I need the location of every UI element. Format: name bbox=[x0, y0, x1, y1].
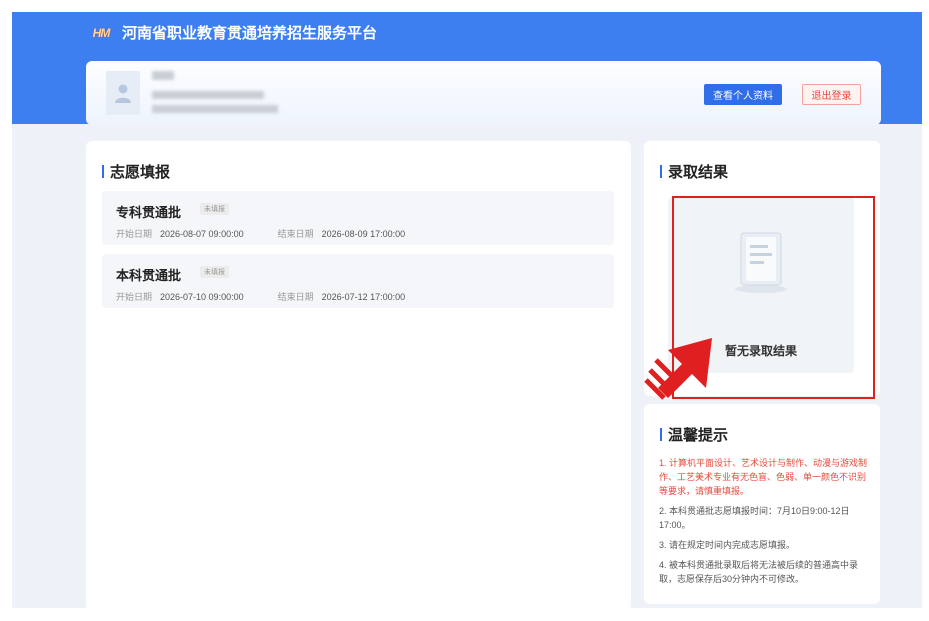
section-title: 录取结果 bbox=[660, 161, 728, 182]
section-title: 温馨提示 bbox=[660, 424, 728, 445]
redacted-info bbox=[152, 91, 264, 99]
platform-title: 河南省职业教育贯通培养招生服务平台 bbox=[122, 25, 378, 42]
title-accent-bar bbox=[660, 165, 662, 178]
brand: HM 河南省职业教育贯通培养招生服务平台 bbox=[86, 22, 377, 43]
redacted-name bbox=[152, 71, 174, 80]
logout-button[interactable]: 退出登录 bbox=[802, 84, 861, 105]
tips-list: 1. 计算机平面设计、艺术设计与制作、动漫与游戏制作、工艺美术专业有无色盲、色弱… bbox=[659, 456, 869, 592]
tips-title: 温馨提示 bbox=[668, 427, 729, 444]
end-label: 结束日期 bbox=[277, 292, 314, 302]
view-profile-button[interactable]: 查看个人资料 bbox=[704, 84, 782, 105]
tip-item: 4. 被本科贯通批录取后将无法被后续的普通高中录取，志愿保存后30分钟内不可修改… bbox=[659, 560, 859, 584]
start-label: 开始日期 bbox=[116, 229, 153, 239]
tips-card: 温馨提示 1. 计算机平面设计、艺术设计与制作、动漫与游戏制作、工艺美术专业有无… bbox=[644, 404, 880, 604]
tip-item: 1. 计算机平面设计、艺术设计与制作、动漫与游戏制作、工艺美术专业有无色盲、色弱… bbox=[659, 458, 868, 496]
end-date: 2026-07-12 17:00:00 bbox=[321, 292, 406, 302]
tip-item: 2. 本科贯通批志愿填报时间：7月10日9:00-12日17:00。 bbox=[659, 506, 850, 530]
end-label: 结束日期 bbox=[277, 229, 314, 239]
user-icon bbox=[115, 84, 131, 103]
volunteer-card: 志愿填报 专科贯通批 未填报 开始日期 2026-08-07 09:00:00 结束… bbox=[86, 141, 631, 611]
start-date: 2026-07-10 09:00:00 bbox=[160, 292, 244, 302]
volunteer-title: 志愿填报 bbox=[110, 164, 171, 181]
batch-name: 本科贯通批 bbox=[116, 268, 182, 283]
end-date: 2026-08-09 17:00:00 bbox=[321, 229, 406, 239]
batch-dates: 开始日期 2026-07-10 09:00:00 结束日期 2026-07-12 17… bbox=[116, 290, 405, 303]
batch-item[interactable]: 专科贯通批 未填报 开始日期 2026-08-07 09:00:00 结束日期 202… bbox=[102, 191, 614, 245]
start-label: 开始日期 bbox=[116, 292, 153, 302]
status-badge: 未填报 bbox=[200, 203, 229, 215]
start-date: 2026-08-07 09:00:00 bbox=[160, 229, 244, 239]
platform-logo-icon: HM bbox=[92, 25, 111, 40]
batch-item[interactable]: 本科贯通批 未填报 开始日期 2026-07-10 09:00:00 结束日期 202… bbox=[102, 254, 614, 308]
section-title: 志愿填报 bbox=[102, 161, 170, 182]
profile-card: 查看个人资料 退出登录 bbox=[86, 61, 881, 125]
batch-name: 专科贯通批 bbox=[116, 205, 182, 220]
redacted-info bbox=[152, 105, 278, 113]
tip-item: 3. 请在规定时间内完成志愿填报。 bbox=[659, 540, 796, 550]
avatar bbox=[106, 71, 140, 115]
pointer-arrow-icon bbox=[644, 338, 712, 400]
admission-title: 录取结果 bbox=[668, 164, 729, 181]
title-accent-bar bbox=[102, 165, 104, 178]
title-accent-bar bbox=[660, 428, 662, 441]
batch-dates: 开始日期 2026-08-07 09:00:00 结束日期 2026-08-09 17… bbox=[116, 227, 405, 240]
status-badge: 未填报 bbox=[200, 266, 229, 278]
